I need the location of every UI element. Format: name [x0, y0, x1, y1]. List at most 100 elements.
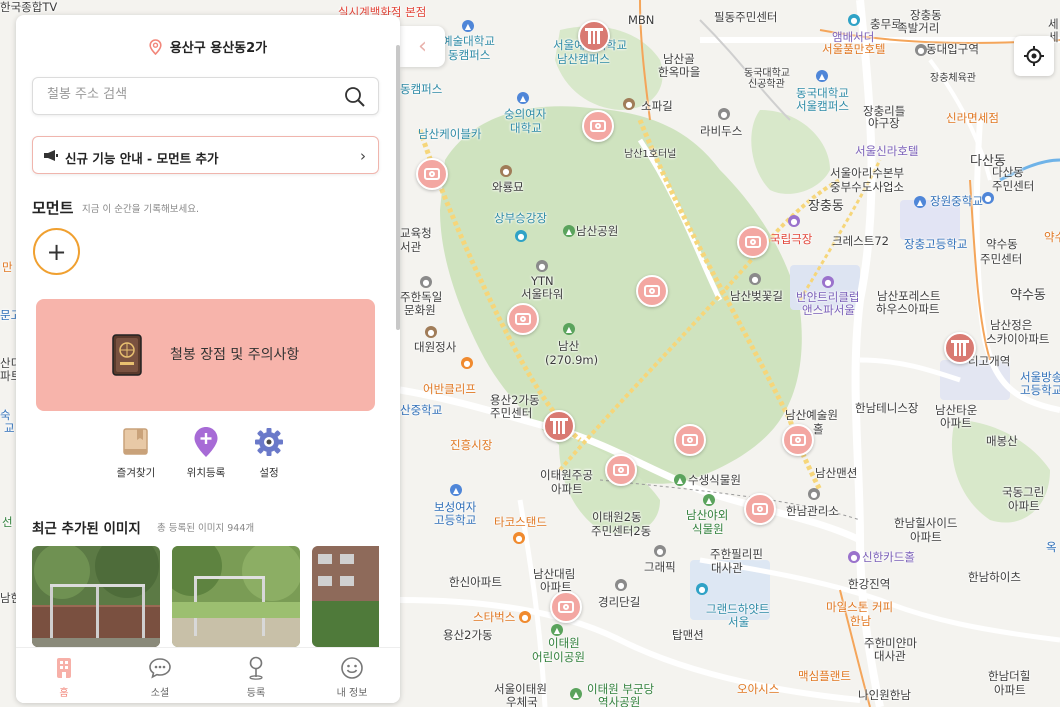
camera-icon — [682, 434, 698, 446]
camera-icon — [558, 601, 574, 613]
map-label: 경리단길 — [598, 595, 641, 609]
map-label: 고등학교 — [1020, 383, 1060, 397]
settings-button[interactable]: 설정 — [239, 425, 299, 480]
bottom-tab-bar: 홈 소셜 등록 내 정보 — [16, 647, 400, 703]
map-label: 대사관 — [874, 649, 906, 663]
register-location-button[interactable]: 위치등록 — [176, 425, 236, 480]
map-label: 소파길 — [641, 99, 673, 113]
recent-image-thumbnail[interactable] — [32, 546, 160, 647]
camera-icon — [752, 503, 768, 515]
temple-icon: ● — [425, 326, 437, 338]
map-label: 동대입구역 — [926, 42, 979, 56]
map-label: 동캠퍼스 — [448, 48, 491, 62]
camera-marker[interactable] — [636, 275, 668, 307]
map-label: 한남테니스장 — [855, 401, 919, 415]
map-label: 중부수도사업소 — [830, 180, 905, 194]
recent-images-list[interactable] — [32, 546, 379, 647]
map-label: 산중학교 — [400, 403, 443, 417]
place-icon: ● — [718, 108, 730, 120]
map-label: 동국대학교 — [796, 86, 849, 100]
camera-icon — [424, 168, 440, 180]
park-icon: ▲ — [551, 624, 563, 636]
pullup-bar-marker[interactable] — [578, 20, 610, 52]
map-label: 아파트 — [910, 530, 942, 544]
map-label: 서울신라호텔 — [855, 144, 919, 158]
collapse-panel-button[interactable]: ‹ — [400, 26, 445, 67]
panel-scrollbar[interactable] — [396, 45, 400, 330]
pullup-bar-icon — [951, 340, 969, 356]
office-icon: ● — [982, 192, 994, 204]
new-feature-notice-button[interactable]: 신규 기능 안내 - 모먼트 추가 › — [32, 136, 379, 174]
camera-marker[interactable] — [416, 158, 448, 190]
map-label: 약수동 — [1010, 288, 1046, 303]
search-icon[interactable] — [344, 86, 366, 108]
map-label: 서울방송 — [1020, 370, 1060, 384]
place-icon: ● — [808, 488, 820, 500]
tab-my-info[interactable]: 내 정보 — [304, 656, 400, 699]
home-icon — [57, 658, 71, 678]
pullup-bar-marker[interactable] — [543, 410, 575, 442]
map-label: 서울타워 — [521, 287, 564, 301]
map-label: 대학교 — [510, 121, 542, 135]
search-box[interactable] — [32, 77, 379, 115]
tower-icon: ● — [536, 260, 548, 272]
camera-marker[interactable] — [674, 424, 706, 456]
quick-actions: 즐겨찾기 위치등록 설정 — [106, 425, 306, 485]
school-icon: ▲ — [914, 196, 926, 208]
pullup-bar-photo — [32, 546, 160, 647]
map-label: 남산케이블카 — [418, 127, 482, 141]
hotel-icon: ● — [848, 14, 860, 26]
camera-icon — [613, 464, 629, 476]
map-label: 스타벅스 — [473, 610, 516, 624]
favorites-button[interactable]: 즐겨찾기 — [106, 425, 166, 480]
camera-marker[interactable] — [507, 303, 539, 335]
map-label: 한옥마을 — [658, 65, 701, 79]
cablecar-icon: ● — [515, 230, 527, 242]
map-label: 용산2가동 — [443, 628, 493, 642]
tab-home[interactable]: 홈 — [16, 656, 112, 699]
place-icon: ● — [654, 545, 666, 557]
school-icon: ▲ — [816, 70, 828, 82]
recent-images-count: 총 등록된 이미지 944개 — [157, 523, 255, 534]
tab-social[interactable]: 소셜 — [112, 656, 208, 699]
smile-icon — [341, 657, 363, 679]
camera-marker[interactable] — [744, 493, 776, 525]
map-label: 와룡묘 — [492, 180, 524, 194]
place-icon: ● — [749, 273, 761, 285]
add-moment-button[interactable]: + — [33, 228, 80, 275]
map-label: 상부승강장 — [494, 211, 547, 225]
pullup-bar-marker[interactable] — [944, 332, 976, 364]
map-label: 탑맨션 — [672, 628, 704, 642]
hotel-icon: ● — [696, 583, 708, 595]
location-text: 용산구 용산동2가 — [169, 41, 268, 56]
camera-marker[interactable] — [737, 226, 769, 258]
camera-marker[interactable] — [605, 454, 637, 486]
map-label: 약수 — [1044, 230, 1060, 244]
map-label: 남산포레스트 — [877, 289, 941, 303]
camera-marker[interactable] — [782, 424, 814, 456]
recent-image-thumbnail[interactable] — [312, 546, 379, 647]
pullup-tips-banner[interactable]: 철봉 장점 및 주의사항 — [36, 299, 375, 411]
map-label: 홀 — [813, 422, 824, 436]
map-label: 세 — [1048, 17, 1059, 31]
map-label: 한남관리소 — [786, 504, 839, 518]
school-icon: ▲ — [462, 20, 474, 32]
map-label: 남산대림 — [533, 567, 576, 581]
map-label: 이태원2동 — [592, 510, 642, 524]
map-label: 약수동 — [986, 237, 1018, 251]
map-label: 서관 — [400, 240, 422, 254]
map-label: 만 — [2, 260, 13, 274]
map-label: 장원중학교 — [930, 194, 983, 208]
recent-image-thumbnail[interactable] — [172, 546, 300, 647]
search-input[interactable] — [47, 87, 337, 102]
theater-icon: ● — [788, 215, 800, 227]
tab-register[interactable]: 등록 — [208, 656, 304, 699]
map-label: 주한독일 — [400, 290, 443, 304]
map-label: 한강진역 — [848, 577, 891, 591]
camera-marker[interactable] — [582, 110, 614, 142]
moment-subtitle: 지금 이 순간을 기록해보세요. — [82, 204, 199, 215]
camera-marker[interactable] — [550, 591, 582, 623]
current-location-button[interactable] — [1014, 36, 1054, 76]
park-icon: ▲ — [703, 494, 715, 506]
map-label: 한남더힐 — [988, 669, 1031, 683]
